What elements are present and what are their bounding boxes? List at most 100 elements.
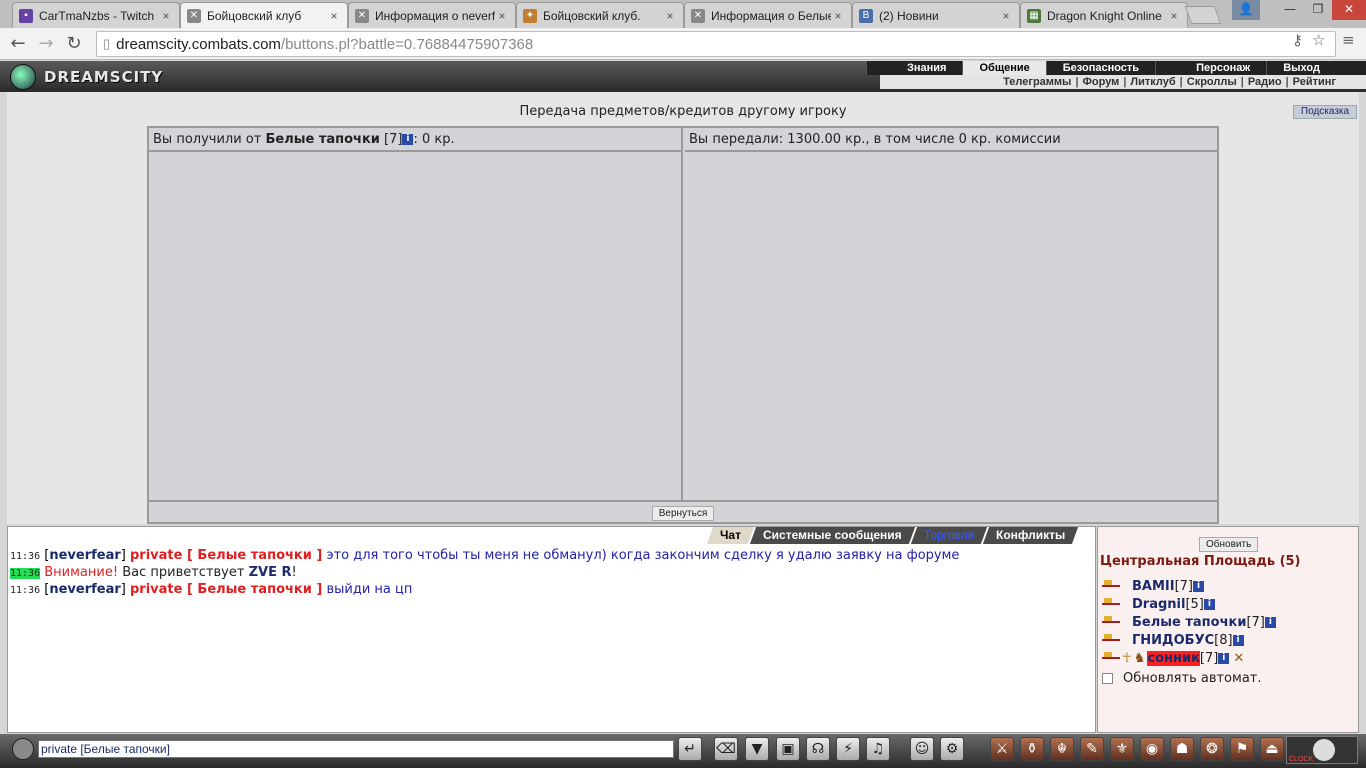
minimize-icon[interactable]: — [1276, 0, 1304, 20]
close-icon[interactable]: × [495, 9, 509, 23]
skills-icon[interactable]: ✎ [1080, 737, 1104, 761]
submenu-litclub[interactable]: Литклуб [1130, 75, 1175, 89]
exit-icon[interactable]: ⏏ [1260, 737, 1284, 761]
hint-button[interactable]: Подсказка [1293, 105, 1357, 119]
browser-tab[interactable]: B (2) Новини × [852, 2, 1020, 28]
submenu-rating[interactable]: Рейтинг [1293, 75, 1336, 89]
back-button[interactable]: Вернуться [651, 505, 715, 521]
reload-icon[interactable]: ↻ [62, 32, 86, 56]
user-name[interactable]: BAMII [1132, 579, 1175, 594]
message-time[interactable]: 11:36 [10, 585, 40, 596]
private-message-icon[interactable] [1102, 633, 1122, 647]
maximize-icon[interactable]: ❐ [1304, 0, 1332, 20]
auto-refresh-checkbox[interactable] [1102, 673, 1113, 684]
browser-tab[interactable]: ▦ Dragon Knight Online × [1020, 2, 1188, 28]
smile-icon[interactable]: ☺ [910, 737, 934, 761]
close-icon[interactable]: × [663, 9, 677, 23]
close-icon[interactable]: × [327, 9, 341, 23]
menu-security[interactable]: Безопасность [1045, 61, 1155, 75]
send-icon[interactable]: ↵ [678, 737, 702, 761]
room-title: Центральная Площадь (5) [1100, 554, 1301, 569]
menu-icon[interactable]: ≡ [1342, 31, 1355, 49]
info-icon[interactable]: i [1203, 598, 1215, 610]
info-icon[interactable]: i [1264, 616, 1276, 628]
private-tag[interactable]: private [ Белые тапочки ] [130, 582, 322, 597]
window-close-icon[interactable]: ✕ [1332, 0, 1366, 20]
flag-icon[interactable]: ⚑ [1230, 737, 1254, 761]
paw-icon[interactable]: ❂ [1200, 737, 1224, 761]
close-icon[interactable]: × [831, 9, 845, 23]
group-icon[interactable]: ☗ [1170, 737, 1194, 761]
shield-icon[interactable]: ◉ [1140, 737, 1164, 761]
browser-tab[interactable]: ✕ Информация о Белые × [684, 2, 852, 28]
user-name[interactable]: сонник [1147, 650, 1200, 666]
info-icon[interactable]: i [1193, 580, 1205, 592]
submenu-scrolls[interactable]: Скроллы [1187, 75, 1237, 89]
message-time[interactable]: 11:36 [10, 551, 40, 562]
auto-refresh-option[interactable]: Обновлять автомат. [1102, 671, 1262, 686]
close-icon[interactable]: × [999, 9, 1013, 23]
submenu-radio[interactable]: Радио [1248, 75, 1282, 89]
received-column: Вы получили от Белые тапочки [7] i: 0 кр. [149, 128, 683, 500]
back-arrow-icon[interactable]: ← [6, 32, 30, 56]
close-icon[interactable]: × [159, 9, 173, 23]
chat-message: 11:36 [neverfear] private [ Белые тапочк… [10, 582, 413, 597]
menu-exit[interactable]: Выход [1266, 61, 1336, 75]
helmet-icon[interactable]: ⚜ [1110, 737, 1134, 761]
potion-icon[interactable]: ⚱ [1020, 737, 1044, 761]
menu-knowledge[interactable]: Знания [866, 61, 962, 75]
filter-icon[interactable]: ▼ [745, 737, 769, 761]
chat-input[interactable]: private [Белые тапочки] [38, 740, 674, 758]
key-icon[interactable]: ⚷ [1292, 31, 1303, 49]
user-name[interactable]: Белые тапочки [1132, 615, 1246, 630]
fighter-icon[interactable]: ☊ [806, 737, 830, 761]
partner-name[interactable]: Белые тапочки [265, 132, 379, 147]
submenu-forum[interactable]: Форум [1083, 75, 1120, 89]
translit-icon[interactable]: ⚙ [940, 737, 964, 761]
pet-icon[interactable]: ☬ [1050, 737, 1074, 761]
address-bar[interactable]: ▯ dreamscity.combats.com/buttons.pl?batt… [96, 31, 1336, 57]
user-level: [7] [1174, 578, 1194, 594]
submenu-telegrams[interactable]: Телеграммы [1003, 75, 1071, 89]
info-icon[interactable]: i [1218, 652, 1230, 664]
private-message-icon[interactable] [1102, 597, 1122, 611]
clear-icon[interactable]: ⌫ [714, 737, 738, 761]
refresh-button[interactable]: Обновить [1199, 537, 1259, 552]
tab-system-messages[interactable]: Системные сообщения [749, 527, 915, 544]
new-tab-button[interactable] [1184, 6, 1222, 24]
menu-communication[interactable]: Общение [962, 61, 1046, 75]
save-icon[interactable]: ▣ [776, 737, 800, 761]
tab-conflicts[interactable]: Конфликты [982, 527, 1079, 544]
info-icon[interactable]: i [402, 134, 414, 145]
private-message-icon[interactable] [1102, 579, 1122, 593]
sent-column: Вы передали: 1300.00 кр., в том числе 0 … [685, 128, 1217, 500]
tab-trade[interactable]: Торговля [910, 527, 987, 544]
clock-widget[interactable]: CLOCK [1286, 736, 1358, 764]
private-message-icon[interactable] [1102, 615, 1122, 629]
browser-tab[interactable]: ✕ Информация о neverfear × [348, 2, 516, 28]
speed-icon[interactable]: ⚡ [836, 737, 860, 761]
tab-title: CarTmaNzbs - Twitch [39, 8, 155, 23]
user-icon[interactable]: 👤 [1232, 0, 1260, 20]
user-name[interactable]: Dragnil [1132, 597, 1185, 612]
user-name[interactable]: ГНИДОБУС [1132, 633, 1214, 648]
browser-tab[interactable]: ▪ CarTmaNzbs - Twitch × [12, 2, 180, 28]
info-icon[interactable]: i [1232, 634, 1244, 646]
close-icon[interactable]: × [1167, 9, 1181, 23]
logo[interactable]: DREAMSCITY [10, 64, 163, 90]
vk-icon: B [859, 8, 873, 23]
private-message-icon[interactable] [1102, 651, 1122, 665]
browser-tab-active[interactable]: ✕ Бойцовский клуб × [180, 2, 348, 28]
message-nick[interactable]: neverfear [49, 582, 120, 597]
sound-icon[interactable]: ♫ [866, 737, 890, 761]
star-icon[interactable]: ☆ [1312, 31, 1325, 49]
forward-arrow-icon[interactable]: → [34, 32, 58, 56]
inventory-icon[interactable]: ⚔ [990, 737, 1014, 761]
browser-tab[interactable]: ✦ Бойцовский клуб. × [516, 2, 684, 28]
private-tag[interactable]: private [ Белые тапочки ] [130, 548, 322, 563]
message-nick[interactable]: neverfear [49, 548, 120, 563]
chat-mode-icon[interactable] [12, 738, 34, 760]
tab-chat[interactable]: Чат [706, 527, 755, 544]
menu-character[interactable]: Персонаж [1155, 61, 1266, 75]
play-icon[interactable] [1313, 739, 1335, 761]
